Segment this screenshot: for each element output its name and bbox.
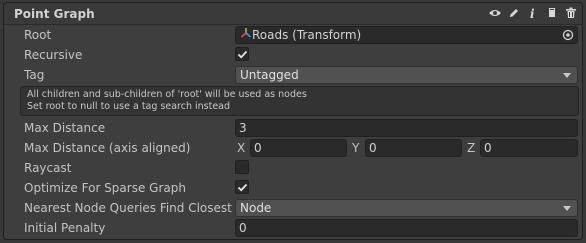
row-nearest-node: Nearest Node Queries Find Closest Node xyxy=(4,198,582,218)
nearest-node-dropdown[interactable]: Node xyxy=(235,199,578,217)
copy-icon[interactable] xyxy=(545,6,559,20)
panel-title: Point Graph xyxy=(14,7,95,21)
tag-label: Tag xyxy=(24,68,45,82)
info-icon[interactable]: i xyxy=(526,6,540,20)
initial-penalty-input[interactable]: 0 xyxy=(235,219,578,237)
root-value: Roads (Transform) xyxy=(252,28,362,42)
optimize-checkbox[interactable] xyxy=(235,180,249,194)
row-root: Root Roads (Transform) xyxy=(4,25,582,45)
row-optimize: Optimize For Sparse Graph xyxy=(4,178,582,198)
object-picker-icon[interactable] xyxy=(562,29,574,43)
row-initial-penalty: Initial Penalty 0 xyxy=(4,218,582,238)
nearest-node-value: Node xyxy=(240,201,272,215)
initial-penalty-label: Initial Penalty xyxy=(24,221,106,235)
y-value-input[interactable]: 0 xyxy=(365,139,462,157)
nearest-node-label: Nearest Node Queries Find Closest xyxy=(24,201,232,215)
root-label: Root xyxy=(24,28,52,42)
help-box: All children and sub-children of 'root' … xyxy=(20,86,579,116)
tag-value: Untagged xyxy=(240,68,299,82)
row-max-distance-axis: Max Distance (axis aligned) X 0 Y 0 Z 0 xyxy=(4,138,582,158)
point-graph-panel: Point Graph i Root Roads (Transform) Rec… xyxy=(3,2,583,240)
x-value-input[interactable]: 0 xyxy=(250,139,347,157)
tag-dropdown[interactable]: Untagged xyxy=(235,66,578,84)
trash-icon[interactable] xyxy=(564,6,578,20)
max-distance-input[interactable]: 3 xyxy=(235,119,578,137)
dropdown-arrow-icon xyxy=(563,206,571,211)
row-tag: Tag Untagged xyxy=(4,65,582,85)
raycast-checkbox[interactable] xyxy=(235,160,249,174)
svg-text:i: i xyxy=(530,7,535,19)
checkmark-icon xyxy=(237,183,248,192)
max-distance-axis-label: Max Distance (axis aligned) xyxy=(24,141,191,155)
z-value-input[interactable]: 0 xyxy=(480,139,578,157)
pencil-icon[interactable] xyxy=(507,6,521,20)
recursive-checkbox[interactable] xyxy=(235,47,249,61)
panel-header: Point Graph i xyxy=(4,3,582,25)
z-axis-label[interactable]: Z xyxy=(467,141,475,155)
x-axis-label[interactable]: X xyxy=(237,141,245,155)
raycast-label: Raycast xyxy=(24,161,72,175)
eye-icon[interactable] xyxy=(488,6,502,20)
optimize-label: Optimize For Sparse Graph xyxy=(24,181,186,195)
checkmark-icon xyxy=(237,50,248,59)
row-recursive: Recursive xyxy=(4,45,582,65)
y-axis-label[interactable]: Y xyxy=(352,141,359,155)
transform-icon xyxy=(240,27,252,43)
header-actions: i xyxy=(488,6,578,20)
row-max-distance: Max Distance 3 xyxy=(4,118,582,138)
help-line-1: All children and sub-children of 'root' … xyxy=(27,89,307,100)
recursive-label: Recursive xyxy=(24,48,83,62)
row-raycast: Raycast xyxy=(4,158,582,178)
root-object-field[interactable]: Roads (Transform) xyxy=(235,26,578,44)
help-line-2: Set root to null to use a tag search ins… xyxy=(27,101,231,112)
max-distance-label: Max Distance xyxy=(24,121,106,135)
dropdown-arrow-icon xyxy=(563,73,571,78)
